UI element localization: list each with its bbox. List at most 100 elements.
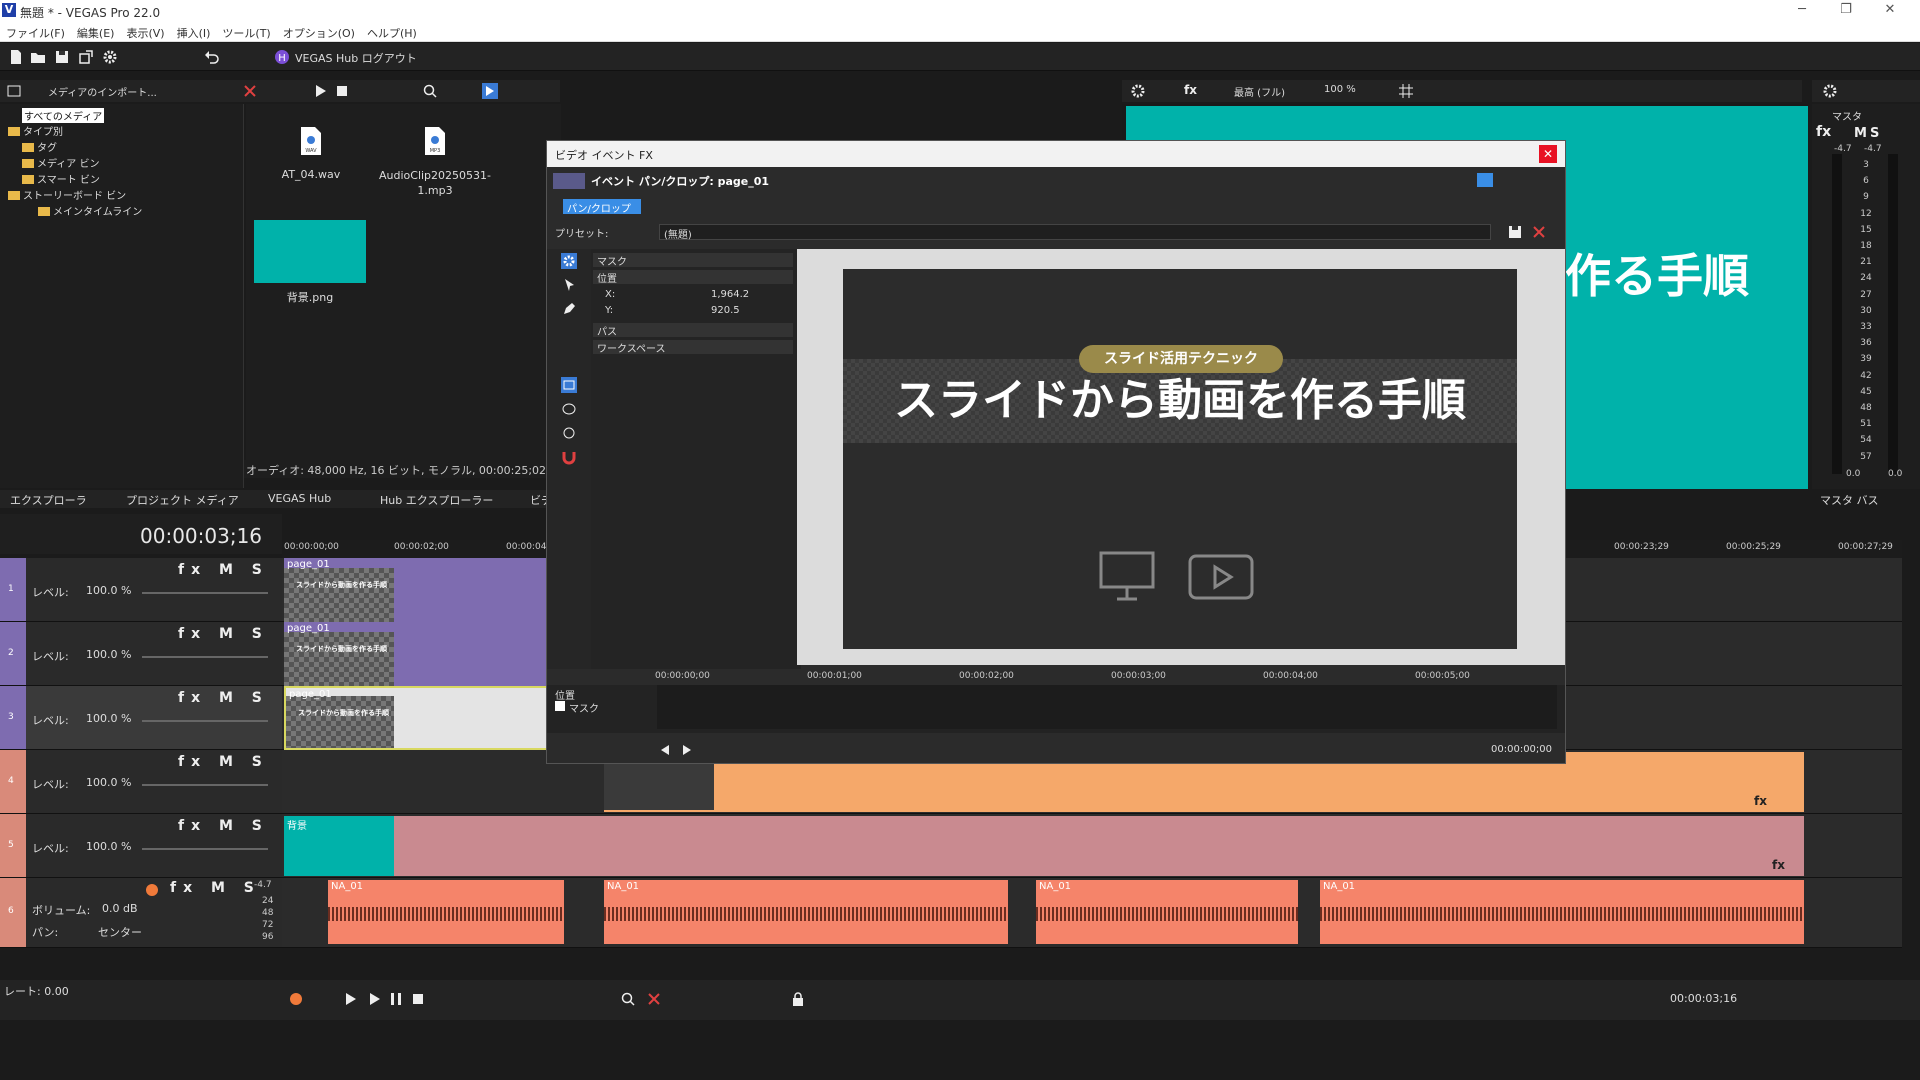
pause-icon[interactable]	[388, 991, 404, 1007]
media-item-wav[interactable]: WAV AT_04.wav	[256, 126, 366, 181]
save-icon[interactable]	[54, 49, 70, 65]
stop-icon[interactable]	[334, 83, 350, 99]
open-folder-icon[interactable]	[30, 49, 46, 65]
arrow-tool-icon[interactable]	[561, 277, 577, 293]
hub-logout-button[interactable]: VEGAS Hub ログアウト	[295, 50, 417, 66]
track-header-5[interactable]: 5 fx M S レベル: 100.0 %	[0, 814, 282, 878]
tab-vegas-hub[interactable]: VEGAS Hub	[268, 492, 331, 505]
track-lane-5[interactable]: 背景 fx	[282, 814, 1902, 878]
video-clip-selected[interactable]: page_01 スライドから動画を作る手順	[284, 686, 548, 750]
lock-icon[interactable]	[790, 991, 806, 1007]
menu-help[interactable]: ヘルプ(H)	[361, 22, 423, 41]
menu-file[interactable]: ファイル(F)	[0, 22, 71, 41]
menu-insert[interactable]: 挿入(I)	[171, 22, 217, 41]
track-buttons[interactable]: fx M S	[178, 626, 269, 642]
rectangle-tool-icon[interactable]	[561, 377, 577, 393]
track-buttons[interactable]: fx M S	[178, 690, 269, 706]
audio-clip[interactable]: NA_01	[1320, 880, 1804, 944]
settings-icon[interactable]	[561, 253, 577, 269]
master-fx-icon[interactable]: fx	[1816, 124, 1831, 140]
next-keyframe-icon[interactable]	[679, 742, 695, 758]
ellipse-tool-icon[interactable]	[561, 401, 577, 417]
level-slider[interactable]	[142, 784, 268, 786]
export-icon[interactable]	[78, 49, 94, 65]
tab-hub-explorer[interactable]: Hub エクスプローラー	[380, 492, 493, 508]
menu-edit[interactable]: 編集(E)	[71, 22, 121, 41]
save-preset-icon[interactable]	[1507, 224, 1523, 240]
menu-tools[interactable]: ツール(T)	[216, 22, 276, 41]
close-icon[interactable]: ✕	[1870, 2, 1910, 17]
media-view-icon[interactable]	[6, 83, 22, 99]
prop-y-value[interactable]: 920.5	[711, 305, 740, 316]
settings-icon[interactable]	[102, 49, 118, 65]
track-header-3[interactable]: 3 fx M S レベル: 100.0 %	[0, 686, 282, 750]
level-slider[interactable]	[142, 720, 268, 722]
video-clip-background[interactable]: 背景 fx	[284, 816, 1804, 876]
delete-preset-icon[interactable]	[1531, 224, 1547, 240]
play-icon[interactable]	[312, 83, 328, 99]
prop-section-mask[interactable]: マスク	[593, 253, 793, 268]
play-from-start-icon[interactable]	[342, 991, 358, 1007]
prev-keyframe-icon[interactable]	[657, 742, 673, 758]
track-buttons[interactable]: fx M S	[170, 880, 261, 896]
preview-zoom-select[interactable]: 100 %	[1324, 84, 1356, 95]
auto-preview-icon[interactable]	[482, 83, 498, 99]
level-slider[interactable]	[142, 592, 268, 594]
media-item-mp3[interactable]: MP3 AudioClip20250531-1.mp3	[370, 126, 500, 198]
timeline-scrollbar[interactable]	[282, 966, 1902, 978]
clip-fx-icon[interactable]: fx	[1754, 794, 1767, 808]
track-header-audio[interactable]: 6 fx M S -4.7 ボリューム: 0.0 dB パン: センター 24 …	[0, 878, 282, 948]
record-icon[interactable]	[290, 993, 302, 1005]
track-header-4[interactable]: 4 fx M S レベル: 100.0 %	[0, 750, 282, 814]
audio-clip[interactable]: NA_01	[1036, 880, 1298, 944]
stop-icon[interactable]	[410, 991, 426, 1007]
tree-item-media-bins[interactable]: メディア ビン	[22, 155, 99, 170]
import-media-button[interactable]: メディアのインポート...	[48, 84, 157, 99]
new-file-icon[interactable]	[8, 49, 24, 65]
menu-view[interactable]: 表示(V)	[120, 22, 170, 41]
menu-options[interactable]: オプション(O)	[277, 22, 361, 41]
master-solo-button[interactable]: S	[1870, 126, 1879, 141]
track-buttons[interactable]: fx M S	[178, 562, 269, 578]
layout-single-icon[interactable]	[1477, 173, 1493, 187]
master-settings-icon[interactable]	[1822, 83, 1838, 99]
tree-item-storyboard-bins[interactable]: ストーリーボード ビン	[8, 187, 126, 202]
track-lane-audio[interactable]: NA_01 NA_01 NA_01 NA_01	[282, 878, 1902, 948]
undo-icon[interactable]	[204, 49, 220, 65]
master-mute-button[interactable]: M	[1854, 126, 1867, 141]
fx-icon[interactable]: fx	[1184, 83, 1197, 97]
search-icon[interactable]	[422, 83, 438, 99]
hub-icon[interactable]: H	[274, 49, 290, 65]
prop-x-value[interactable]: 1,964.2	[711, 289, 749, 300]
track-header-2[interactable]: 2 fx M S レベル: 100.0 %	[0, 622, 282, 686]
tab-pan-crop[interactable]: パン/クロップ	[563, 199, 641, 215]
level-slider[interactable]	[142, 848, 268, 850]
track-header-1[interactable]: 1 fx M S レベル: 100.0 %	[0, 558, 282, 622]
keyframe-track[interactable]	[657, 685, 1557, 729]
track-buttons[interactable]: fx M S	[178, 818, 269, 834]
prop-section-workspace[interactable]: ワークスペース	[593, 340, 793, 355]
mask-checkbox[interactable]	[555, 701, 565, 711]
video-clip[interactable]: page_01 スライドから動画を作る手順	[284, 558, 548, 622]
audio-clip[interactable]: NA_01	[328, 880, 564, 944]
clip-fx-icon[interactable]: fx	[1772, 858, 1785, 872]
play-icon[interactable]	[366, 991, 382, 1007]
preview-quality-select[interactable]: 最高 (フル)	[1234, 84, 1285, 99]
audio-clip[interactable]: NA_01	[604, 880, 1008, 944]
search-icon[interactable]	[620, 991, 636, 1007]
tab-project-media[interactable]: プロジェクト メディア	[126, 492, 239, 508]
minimize-icon[interactable]: ─	[1782, 2, 1822, 17]
prop-section-path[interactable]: パス	[593, 323, 793, 338]
zoom-tool-icon[interactable]	[561, 425, 577, 441]
tree-item-all-media[interactable]: すべてのメディア	[22, 108, 105, 123]
video-clip[interactable]: page_01 スライドから動画を作る手順	[284, 622, 548, 686]
track-buttons[interactable]: fx M S	[178, 754, 269, 770]
kf-row-mask[interactable]: マスク	[569, 700, 599, 715]
prop-section-position[interactable]: 位置	[593, 270, 793, 285]
magnet-icon[interactable]	[561, 449, 577, 465]
maximize-icon[interactable]: ❐	[1826, 2, 1866, 17]
tree-item-smart-bins[interactable]: スマート ビン	[22, 171, 100, 186]
pen-tool-icon[interactable]	[561, 301, 577, 317]
tab-explorer[interactable]: エクスプローラ	[10, 492, 87, 508]
level-slider[interactable]	[142, 656, 268, 658]
